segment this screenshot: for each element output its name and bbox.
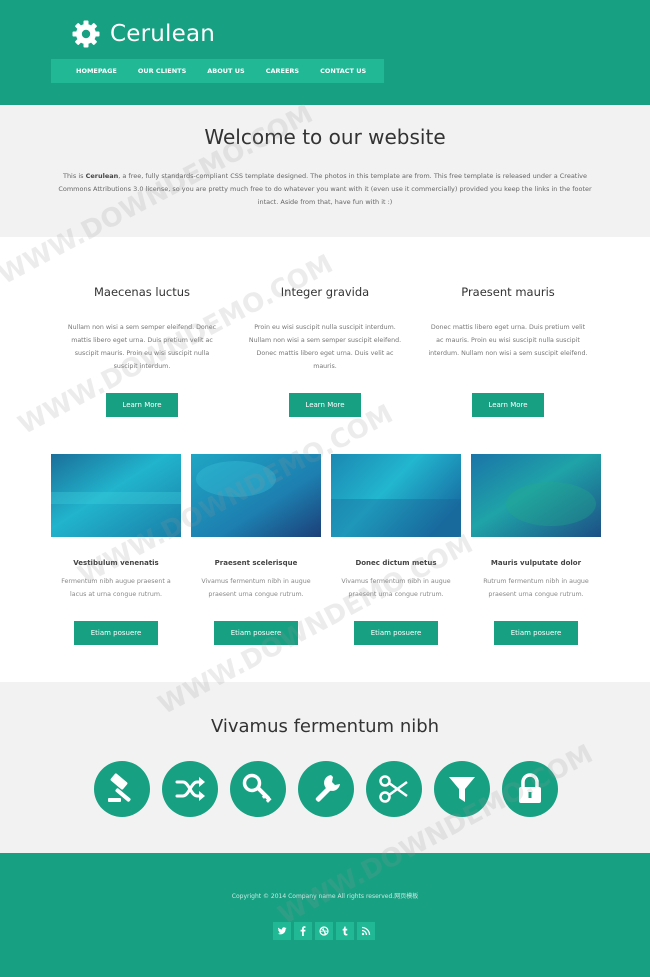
- card-text: Vivamus fermentum nibh in augue praesent…: [341, 578, 451, 598]
- site-header: Cerulean HOMEPAGE OUR CLIENTS ABOUT US C…: [0, 0, 650, 105]
- filter-icon: [449, 777, 475, 802]
- dribbble-link[interactable]: [315, 922, 333, 940]
- site-footer: Copyright © 2014 Company name All rights…: [0, 853, 650, 977]
- feature-column: Integer gravida Proin eu wisi suscipit n…: [234, 285, 416, 417]
- feature-text: Donec mattis libero eget urna. Duis pret…: [428, 324, 588, 357]
- etiam-posuere-button[interactable]: Etiam posuere: [214, 621, 298, 645]
- card-title: Praesent scelerisque: [214, 559, 298, 567]
- image-card: Mauris vulputate dolor Rutrum fermentum …: [471, 454, 601, 645]
- welcome-text-start: This is: [62, 172, 86, 180]
- nav-item-our-clients[interactable]: OUR CLIENTS: [138, 67, 186, 75]
- lock-icon-button[interactable]: [502, 761, 558, 817]
- feature-column: Maecenas luctus Nullam non wisi a sem se…: [51, 285, 233, 417]
- shuffle-icon: [175, 777, 205, 801]
- feature-text: Proin eu wisi suscipit nulla suscipit in…: [248, 324, 402, 370]
- card-title: Mauris vulputate dolor: [490, 559, 582, 567]
- card-text: Fermentum nibh augue praesent a lacus at…: [61, 578, 171, 598]
- icons-section-title: Vivamus fermentum nibh: [210, 716, 440, 737]
- lock-icon: [519, 773, 541, 803]
- shuffle-icon-button[interactable]: [162, 761, 218, 817]
- card-text: Vivamus fermentum nibh in augue praesent…: [201, 578, 311, 598]
- feature-text: Nullam non wisi a sem semper eleifend. D…: [67, 324, 217, 370]
- image-card: Praesent scelerisque Vivamus fermentum n…: [191, 454, 321, 645]
- nav-item-careers[interactable]: CAREERS: [266, 67, 299, 75]
- wrench-icon-button[interactable]: [298, 761, 354, 817]
- key-icon: [242, 773, 272, 803]
- learn-more-button[interactable]: Learn More: [106, 393, 178, 417]
- tumblr-icon: [342, 926, 348, 936]
- wrench-icon: [315, 775, 340, 802]
- twitter-link[interactable]: [273, 922, 291, 940]
- nav-item-about-us[interactable]: ABOUT US: [207, 67, 244, 75]
- card-image[interactable]: [471, 454, 601, 537]
- feature-title: Maecenas luctus: [93, 285, 191, 299]
- scissors-icon: [379, 775, 408, 803]
- feature-title: Praesent mauris: [461, 285, 555, 299]
- image-card: Vestibulum venenatis Fermentum nibh augu…: [51, 454, 181, 645]
- etiam-posuere-button[interactable]: Etiam posuere: [354, 621, 438, 645]
- social-links: [273, 922, 378, 940]
- card-text: Rutrum fermentum nibh in augue praesent …: [483, 578, 589, 598]
- key-icon-button[interactable]: [230, 761, 286, 817]
- nav-item-homepage[interactable]: HOMEPAGE: [76, 67, 117, 75]
- site-title: Cerulean: [110, 21, 216, 47]
- scissors-icon-button[interactable]: [366, 761, 422, 817]
- facebook-link[interactable]: [294, 922, 312, 940]
- main-nav: HOMEPAGE OUR CLIENTS ABOUT US CAREERS CO…: [51, 59, 384, 83]
- filter-icon-button[interactable]: [434, 761, 490, 817]
- feature-column: Praesent mauris Donec mattis libero eget…: [417, 285, 599, 417]
- welcome-text-rest: , a free, fully standards-compliant CSS …: [58, 172, 592, 206]
- card-image[interactable]: [51, 454, 181, 537]
- card-title: Vestibulum venenatis: [73, 559, 159, 567]
- copyright-text: Copyright © 2014 Company name All rights…: [231, 893, 419, 900]
- nav-item-contact-us[interactable]: CONTACT US: [320, 67, 366, 75]
- image-card: Donec dictum metus Vivamus fermentum nib…: [331, 454, 461, 645]
- feature-title: Integer gravida: [280, 285, 370, 299]
- twitter-icon: [277, 927, 287, 935]
- etiam-posuere-button[interactable]: Etiam posuere: [494, 621, 578, 645]
- gavel-icon: [108, 773, 131, 802]
- dribbble-icon: [319, 926, 329, 936]
- card-image[interactable]: [331, 454, 461, 537]
- card-title: Donec dictum metus: [355, 559, 437, 567]
- gavel-icon-button[interactable]: [94, 761, 150, 817]
- icons-section: Vivamus fermentum nibh: [0, 682, 650, 853]
- card-image[interactable]: [191, 454, 321, 537]
- rss-icon: [361, 926, 371, 936]
- welcome-title: Welcome to our website: [204, 125, 446, 149]
- learn-more-button[interactable]: Learn More: [472, 393, 544, 417]
- tumblr-link[interactable]: [336, 922, 354, 940]
- welcome-section: Welcome to our website This is Cerulean,…: [0, 105, 650, 237]
- learn-more-button[interactable]: Learn More: [289, 393, 361, 417]
- logo[interactable]: Cerulean: [72, 18, 215, 50]
- etiam-posuere-button[interactable]: Etiam posuere: [74, 621, 158, 645]
- gear-icon: [72, 20, 100, 48]
- facebook-icon: [300, 926, 306, 936]
- welcome-text: This is Cerulean, a free, fully standard…: [52, 170, 598, 209]
- rss-link[interactable]: [357, 922, 375, 940]
- welcome-text-brand: Cerulean: [85, 172, 119, 180]
